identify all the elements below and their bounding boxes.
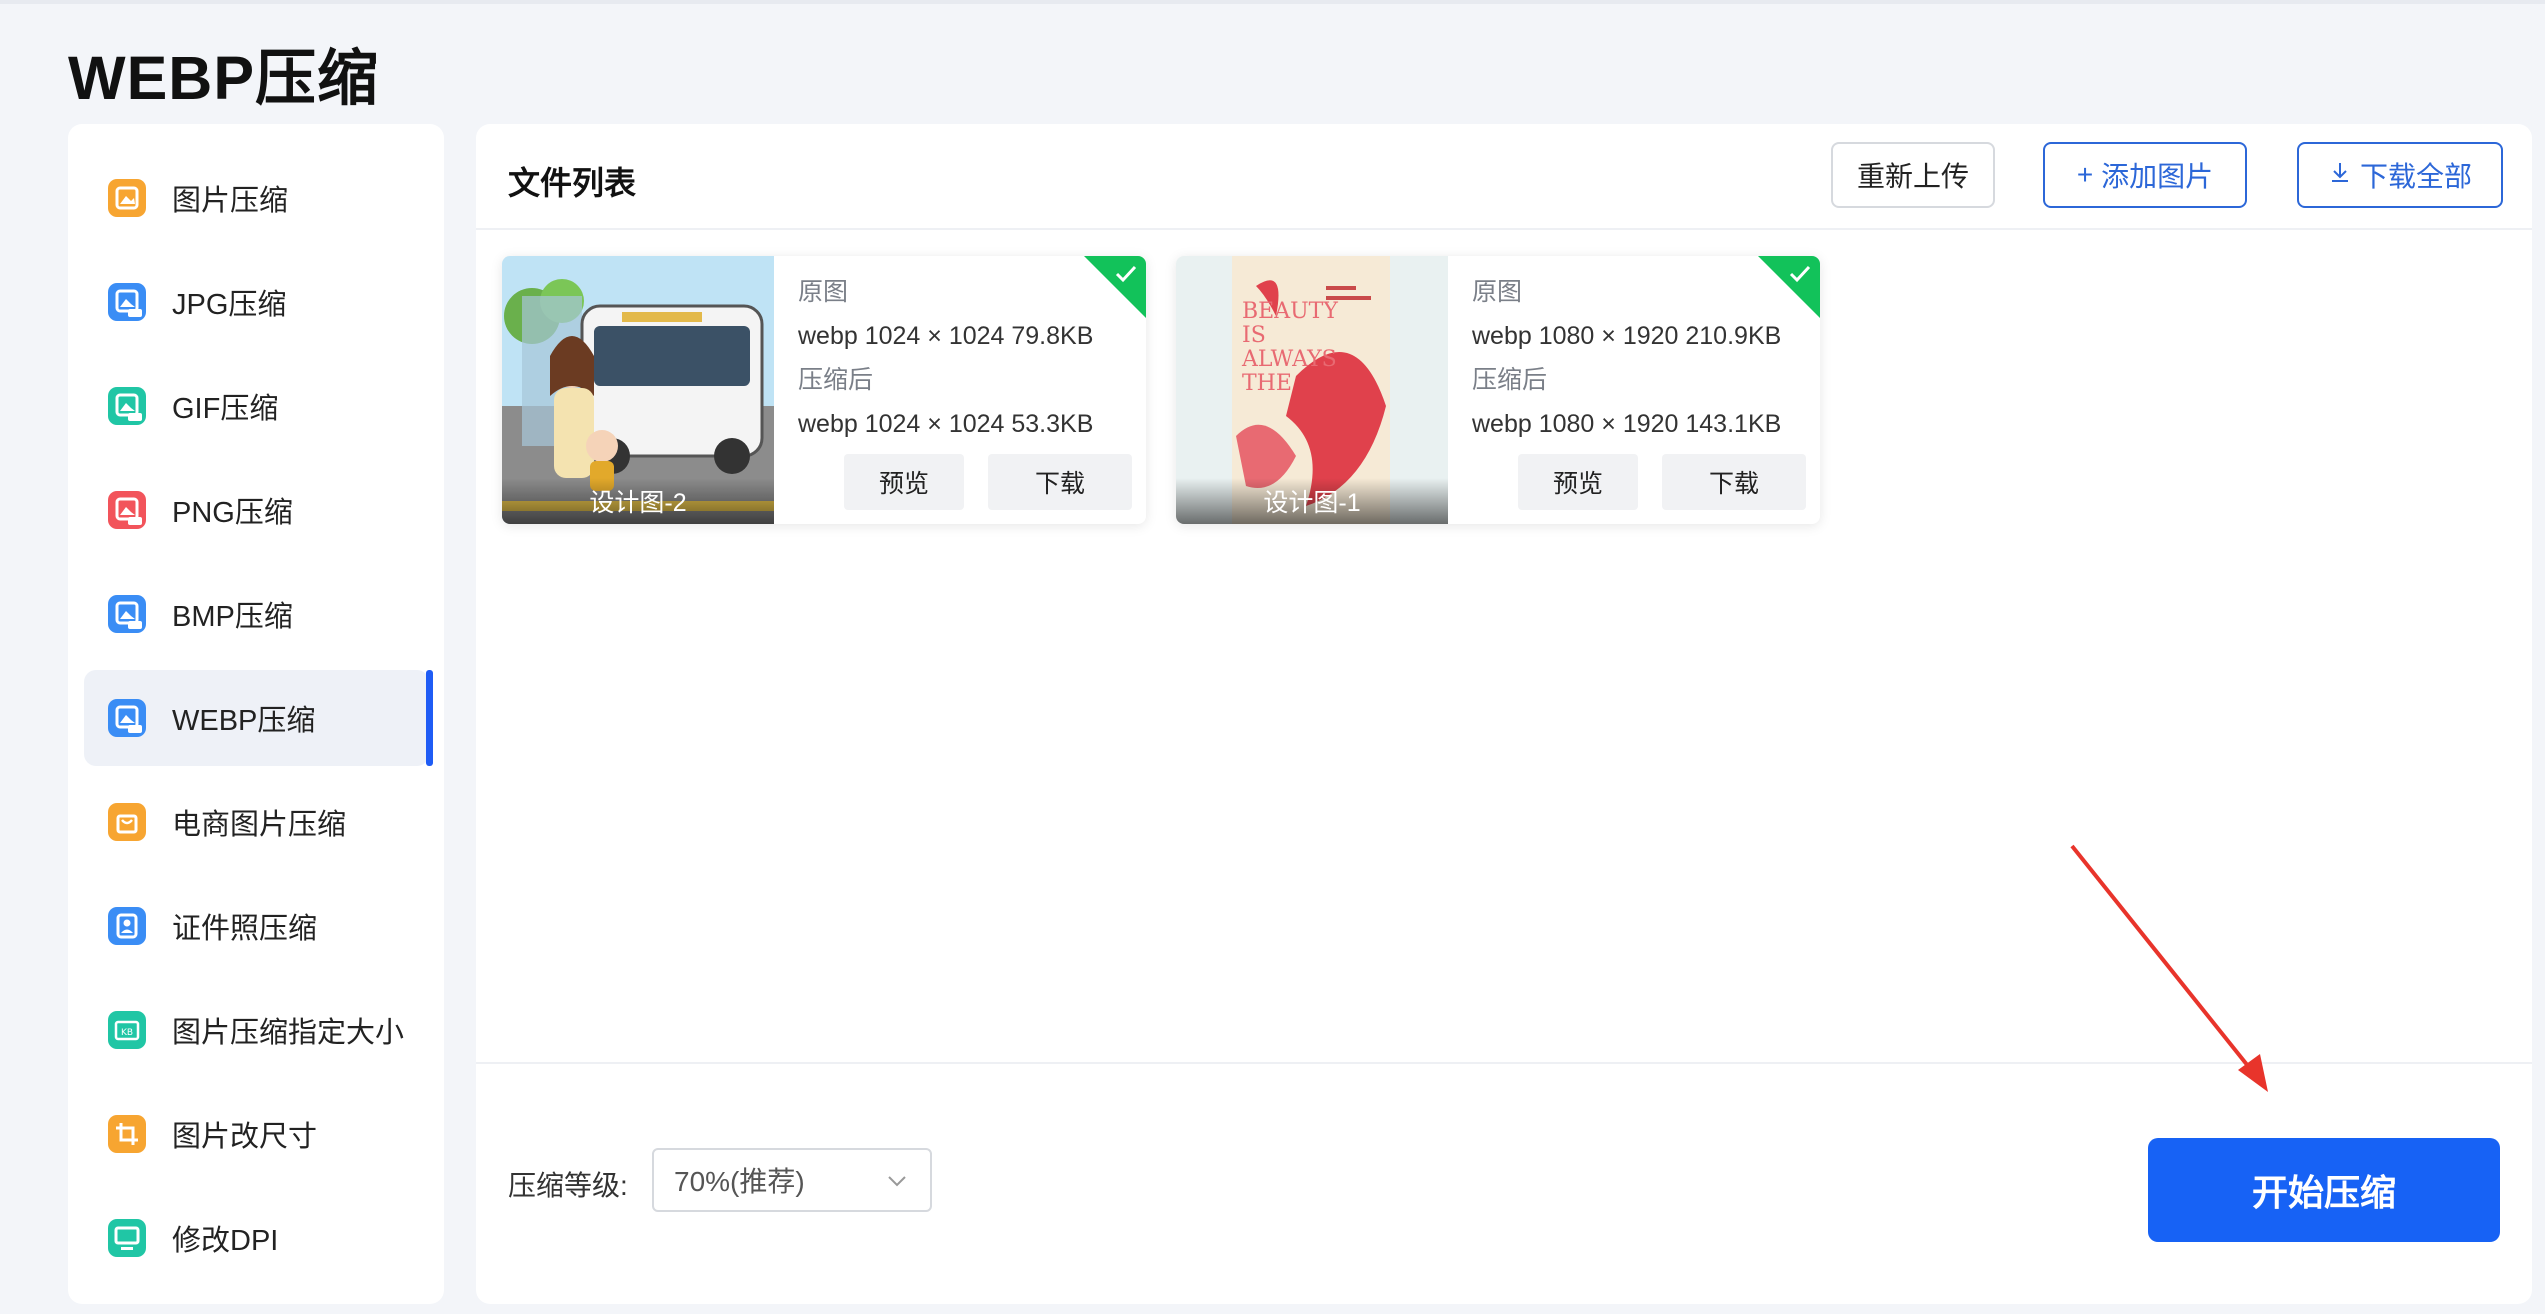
compression-level-select[interactable]: 70%(推荐) (652, 1148, 932, 1212)
original-label: 原图 (798, 278, 849, 306)
bmp-icon (108, 595, 146, 633)
page-title: WEBP压缩 (68, 44, 380, 112)
sidebar-item-size-compress[interactable]: KB 图片压缩指定大小 (84, 982, 429, 1078)
sidebar-item-png[interactable]: PNG压缩 (84, 462, 429, 558)
sidebar-item-dpi[interactable]: 修改DPI (84, 1190, 429, 1286)
id-photo-icon (108, 907, 146, 945)
original-label: 原图 (1472, 278, 1523, 306)
download-all-label: 下载全部 (2359, 161, 2472, 192)
sidebar-item-label: WEBP压缩 (172, 705, 316, 737)
shopping-bag-icon (108, 803, 146, 841)
compressed-label: 压缩后 (798, 366, 874, 394)
original-details: webp 1024 × 1024 79.8KB (798, 322, 1094, 350)
sidebar-item-jpg[interactable]: JPG压缩 (84, 254, 429, 350)
sidebar-item-label: 图片压缩 (172, 185, 289, 217)
file-info: 原图 webp 1024 × 1024 79.8KB 压缩后 webp 1024… (798, 270, 1093, 446)
sidebar-item-label: PNG压缩 (172, 497, 293, 529)
file-list-title: 文件列表 (508, 165, 637, 201)
sidebar-item-resize[interactable]: 图片改尺寸 (84, 1086, 429, 1182)
sidebar-item-label: 修改DPI (172, 1225, 279, 1257)
file-card: 设计图-2 原图 webp 1024 × 1024 79.8KB 压缩后 web… (502, 256, 1146, 524)
thumbnail-caption: 设计图-2 (502, 478, 774, 524)
check-icon (1115, 265, 1137, 283)
download-button[interactable]: 下载 (1662, 454, 1806, 510)
sidebar-item-label: 证件照压缩 (172, 913, 318, 945)
monitor-icon (108, 1219, 146, 1257)
top-divider (0, 0, 2545, 4)
download-icon (2328, 159, 2352, 191)
check-icon (1789, 265, 1811, 283)
poster-text: BEAUTY IS ALWAYS THE (1242, 299, 1338, 396)
add-image-label: 添加图片 (2101, 161, 2214, 192)
webp-icon (108, 699, 146, 737)
sidebar-item-label: 图片压缩指定大小 (172, 1017, 405, 1049)
plus-icon: + (2076, 159, 2094, 190)
kb-folder-icon: KB (108, 1011, 146, 1049)
preview-button[interactable]: 预览 (1518, 454, 1638, 510)
download-all-button[interactable]: 下载全部 (2297, 142, 2503, 208)
png-icon (108, 491, 146, 529)
sidebar-item-gif[interactable]: GIF压缩 (84, 358, 429, 454)
compressed-details: webp 1024 × 1024 53.3KB (798, 410, 1094, 438)
gif-icon (108, 387, 146, 425)
sidebar-item-image-compress[interactable]: 图片压缩 (84, 150, 429, 246)
sidebar-item-webp[interactable]: WEBP压缩 (84, 670, 433, 766)
sidebar-item-ecommerce[interactable]: 电商图片压缩 (84, 774, 429, 870)
original-details: webp 1080 × 1920 210.9KB (1472, 322, 1782, 350)
main-panel: 文件列表 重新上传 + 添加图片 下载全部 设计图-2 原图 webp 1024… (476, 124, 2532, 1304)
file-card: BEAUTY IS ALWAYS THE 设计图-1 原图 webp 1080 … (1176, 256, 1820, 524)
reupload-button[interactable]: 重新上传 (1831, 142, 1995, 208)
image-thumbnail[interactable]: BEAUTY IS ALWAYS THE 设计图-1 (1176, 256, 1448, 524)
sidebar-item-label: BMP压缩 (172, 601, 293, 633)
file-info: 原图 webp 1080 × 1920 210.9KB 压缩后 webp 108… (1472, 270, 1781, 446)
add-image-button[interactable]: + 添加图片 (2043, 142, 2247, 208)
preview-button[interactable]: 预览 (844, 454, 964, 510)
sidebar-item-label: JPG压缩 (172, 289, 287, 321)
thumbnail-caption: 设计图-1 (1176, 478, 1448, 524)
jpg-icon (108, 283, 146, 321)
annotation-arrow-icon (2070, 844, 2268, 1092)
compression-level-label: 压缩等级: (508, 1170, 628, 1201)
compression-level-value: 70%(推荐) (674, 1166, 805, 1197)
chevron-down-icon (888, 1176, 906, 1187)
svg-text:KB: KB (121, 1028, 133, 1038)
compressed-details: webp 1080 × 1920 143.1KB (1472, 410, 1782, 438)
sidebar-item-bmp[interactable]: BMP压缩 (84, 566, 429, 662)
sidebar-item-label: 电商图片压缩 (172, 809, 347, 841)
download-button[interactable]: 下载 (988, 454, 1132, 510)
sidebar-item-label: 图片改尺寸 (172, 1121, 318, 1153)
sidebar-item-id-photo[interactable]: 证件照压缩 (84, 878, 429, 974)
sidebar: 图片压缩 JPG压缩 GIF压缩 PNG压缩 BMP压缩 WEBP压缩 电商图片… (68, 124, 444, 1304)
file-list-header: 文件列表 重新上传 + 添加图片 下载全部 (476, 124, 2532, 230)
image-compress-icon (108, 179, 146, 217)
crop-icon (108, 1115, 146, 1153)
start-compress-button[interactable]: 开始压缩 (2148, 1138, 2500, 1242)
image-thumbnail[interactable]: 设计图-2 (502, 256, 774, 524)
sidebar-item-label: GIF压缩 (172, 393, 279, 425)
compressed-label: 压缩后 (1472, 366, 1548, 394)
